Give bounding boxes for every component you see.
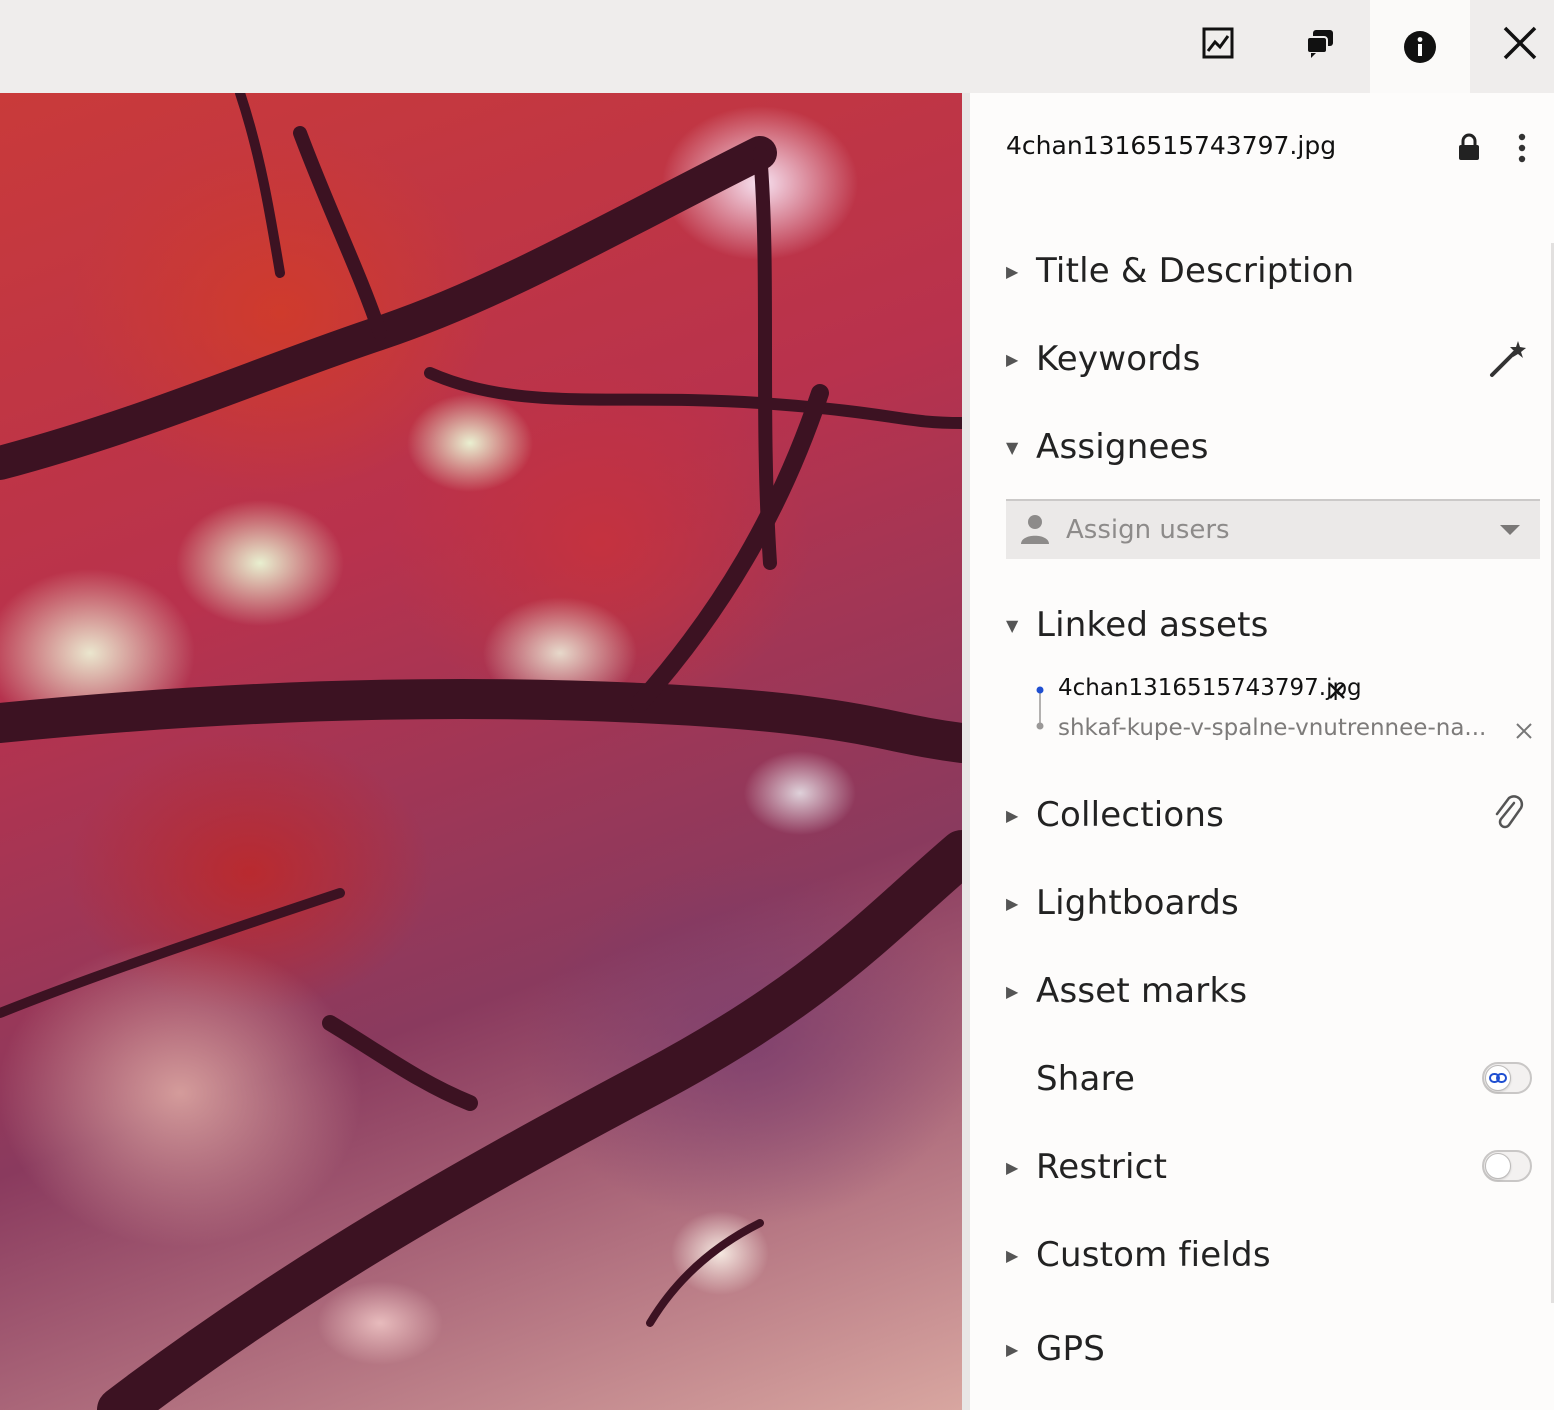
expand-arrow-icon: ▶ bbox=[1006, 261, 1019, 281]
expand-arrow-icon: ▶ bbox=[1006, 893, 1019, 913]
section-label: Asset marks bbox=[1036, 971, 1248, 1011]
section-title-description[interactable]: ▶ Title & Description bbox=[1006, 246, 1354, 296]
expand-arrow-icon: ▶ bbox=[1006, 805, 1019, 825]
collapse-arrow-icon: ▼ bbox=[1006, 437, 1019, 457]
linked-asset-other[interactable]: shkaf-kupe-v-spalne-vnutrennee-na... bbox=[1058, 715, 1486, 741]
section-label: Collections bbox=[1036, 795, 1225, 835]
section-label: Linked assets bbox=[1036, 605, 1269, 645]
section-custom-fields[interactable]: ▶ Custom fields bbox=[1006, 1230, 1271, 1280]
collapse-arrow-icon: ▼ bbox=[1006, 615, 1019, 635]
comments-icon bbox=[1304, 27, 1336, 59]
section-label: Assignees bbox=[1036, 427, 1209, 467]
expand-arrow-icon: ▶ bbox=[1006, 1245, 1019, 1265]
close-icon bbox=[1503, 26, 1537, 60]
linked-asset-current[interactable]: 4chan1316515743797.jpg bbox=[1058, 675, 1362, 701]
activity-button[interactable] bbox=[1168, 0, 1268, 86]
section-label: Keywords bbox=[1036, 339, 1201, 379]
section-lightboards[interactable]: ▶ Lightboards bbox=[1006, 878, 1239, 928]
section-label: Custom fields bbox=[1036, 1235, 1271, 1275]
section-label: Restrict bbox=[1036, 1147, 1168, 1187]
remove-link-icon[interactable] bbox=[1515, 722, 1533, 744]
close-button[interactable] bbox=[1470, 0, 1554, 86]
assign-users-placeholder: Assign users bbox=[1066, 515, 1230, 545]
expand-arrow-icon: ▶ bbox=[1006, 1157, 1019, 1177]
expand-arrow-icon: ▶ bbox=[1006, 1339, 1019, 1359]
more-options-icon[interactable] bbox=[1518, 133, 1526, 167]
section-share: Share bbox=[1006, 1054, 1135, 1104]
paperclip-icon[interactable] bbox=[1492, 793, 1526, 837]
image-preview bbox=[0, 93, 962, 1410]
link-icon bbox=[1489, 1069, 1507, 1088]
assign-users-dropdown[interactable]: Assign users bbox=[1006, 499, 1540, 559]
comments-button[interactable] bbox=[1270, 0, 1370, 86]
section-label: Share bbox=[1036, 1059, 1136, 1099]
toggle-knob bbox=[1485, 1153, 1511, 1179]
section-gps[interactable]: ▶ GPS bbox=[1006, 1324, 1105, 1374]
section-keywords[interactable]: ▶ Keywords bbox=[1006, 334, 1201, 384]
toggle-knob bbox=[1485, 1065, 1511, 1091]
section-assignees[interactable]: ▼ Assignees bbox=[1006, 422, 1209, 472]
section-label: Lightboards bbox=[1036, 883, 1239, 923]
file-name: 4chan1316515743797.jpg bbox=[1006, 131, 1337, 160]
linked-assets-tree-icon bbox=[1036, 686, 1044, 730]
info-button[interactable] bbox=[1370, 0, 1470, 93]
activity-chart-icon bbox=[1202, 27, 1234, 59]
info-icon bbox=[1403, 30, 1437, 64]
expand-arrow-icon: ▶ bbox=[1006, 349, 1019, 369]
section-label: GPS bbox=[1036, 1329, 1106, 1369]
user-icon bbox=[1018, 511, 1052, 549]
share-toggle[interactable] bbox=[1482, 1062, 1532, 1094]
expand-arrow-icon: ▶ bbox=[1006, 981, 1019, 1001]
magic-wand-icon[interactable] bbox=[1488, 339, 1528, 383]
top-toolbar bbox=[0, 0, 1554, 93]
section-linked-assets[interactable]: ▼ Linked assets bbox=[1006, 600, 1269, 650]
section-asset-marks[interactable]: ▶ Asset marks bbox=[1006, 966, 1247, 1016]
section-restrict[interactable]: ▶ Restrict bbox=[1006, 1142, 1167, 1192]
dropdown-caret-icon bbox=[1500, 525, 1520, 535]
section-collections[interactable]: ▶ Collections bbox=[1006, 790, 1224, 840]
branches-illustration bbox=[0, 93, 962, 1410]
lock-icon[interactable] bbox=[1458, 133, 1480, 165]
section-label: Title & Description bbox=[1036, 251, 1355, 291]
remove-link-icon[interactable] bbox=[1328, 682, 1346, 704]
restrict-toggle[interactable] bbox=[1482, 1150, 1532, 1182]
asset-info-panel: 4chan1316515743797.jpg ▶ Title & Descrip… bbox=[962, 93, 1554, 1410]
